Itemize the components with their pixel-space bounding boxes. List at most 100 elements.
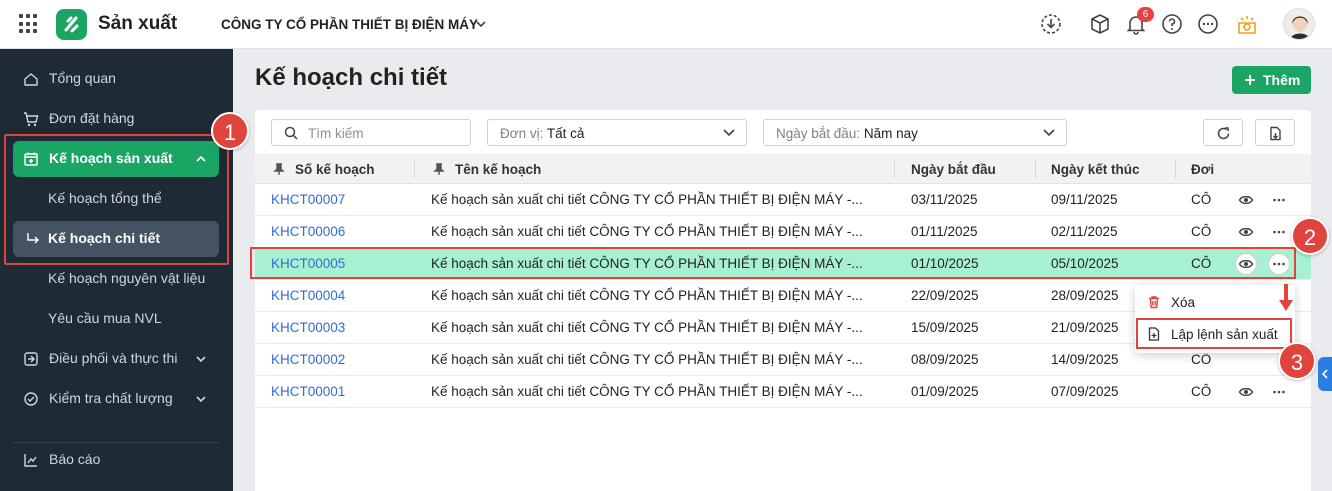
sidebar-item-label: Kiểm tra chất lượng [49,390,173,406]
chevron-down-icon[interactable] [474,17,488,31]
sidebar-item-label: Yêu cầu mua NVL [48,310,162,326]
column-header-unit[interactable]: Đơi [1191,162,1214,177]
end-date: 28/09/2025 [1051,288,1119,303]
column-header-start[interactable]: Ngày bắt đầu [911,162,996,177]
chevron-left-icon [1321,369,1328,379]
table-header: Số kế hoạch Tên kế hoạch Ngày bắt đầu Ng… [255,154,1311,184]
pin-icon[interactable] [433,163,445,176]
user-avatar[interactable] [1283,8,1315,40]
table-row[interactable]: KHCT00007 Kế hoạch sản xuất chi tiết CÔN… [255,184,1311,216]
start-date: 01/09/2025 [911,384,979,399]
table-row[interactable]: KHCT00006 Kế hoạch sản xuất chi tiết CÔN… [255,216,1311,248]
step-marker-3: 3 [1278,342,1316,380]
start-date: 03/11/2025 [911,192,978,207]
end-date: 09/11/2025 [1051,192,1118,207]
date-filter-label: Ngày bắt đầu: [776,126,861,141]
lightbulb-icon[interactable] [1236,13,1258,35]
eye-icon[interactable] [1238,224,1254,240]
step-marker-1: 1 [211,112,249,150]
sidebar-item-material-plan[interactable]: Kế hoạch nguyên vật liệu [13,261,219,297]
plan-code-link[interactable]: KHCT00006 [271,224,345,239]
annotation-highlight-box [1136,318,1292,349]
sidebar-item-label: Báo cáo [49,451,101,467]
table-row[interactable]: KHCT00001 Kế hoạch sản xuất chi tiết CÔN… [255,376,1311,408]
unit-filter-value: Tất cả [546,126,585,141]
sidebar: Tổng quan Đơn đặt hàng Kế hoạch sản xuất… [0,49,233,491]
chevron-down-icon [196,396,206,403]
unit-filter-select[interactable]: Đơn vị: Tất cả [487,119,747,146]
eye-icon[interactable] [1238,384,1254,400]
plan-name: Kế hoạch sản xuất chi tiết CÔNG TY CỔ PH… [431,224,863,239]
more-options-icon[interactable] [1271,224,1287,240]
dispatch-icon [24,352,38,366]
package-icon[interactable] [1089,13,1111,35]
search-box[interactable] [271,119,471,146]
collapse-panel-tab[interactable] [1318,357,1332,391]
column-header-end[interactable]: Ngày kết thúc [1051,162,1140,177]
sidebar-item-orders[interactable]: Đơn đặt hàng [13,101,219,137]
download-icon[interactable] [1040,13,1062,35]
refresh-icon [1217,127,1230,140]
sidebar-item-quality-check[interactable]: Kiểm tra chất lượng [13,381,219,417]
plan-code-link[interactable]: KHCT00004 [271,288,345,303]
pin-icon[interactable] [273,163,285,176]
cart-icon [24,112,39,127]
help-icon[interactable] [1161,13,1183,35]
chevron-down-icon [723,129,735,137]
sidebar-item-material-request[interactable]: Yêu cầu mua NVL [13,301,219,337]
column-divider [1035,160,1036,178]
unit: CÔ [1191,224,1212,239]
arrow-down-icon [1279,284,1293,311]
sidebar-item-dispatch[interactable]: Điều phối và thực thi [13,341,219,377]
more-options-icon[interactable] [1271,384,1287,400]
end-date: 14/09/2025 [1051,352,1119,367]
export-file-icon [1270,126,1281,141]
company-selector[interactable]: CÔNG TY CỔ PHẦN THIẾT BỊ ĐIỆN MÁY [221,17,478,32]
plan-code-link[interactable]: KHCT00003 [271,320,345,335]
plan-name: Kế hoạch sản xuất chi tiết CÔNG TY CỔ PH… [431,288,863,303]
end-date: 07/09/2025 [1051,384,1119,399]
refresh-button[interactable] [1203,119,1243,146]
chart-icon [24,454,37,467]
plan-name: Kế hoạch sản xuất chi tiết CÔNG TY CỔ PH… [431,192,863,207]
plan-code-link[interactable]: KHCT00002 [271,352,345,367]
plus-icon [1245,75,1255,85]
sidebar-item-label: Kế hoạch nguyên vật liệu [48,270,206,286]
sidebar-item-label: Đơn đặt hàng [49,110,135,126]
more-apps-icon[interactable] [1197,13,1219,35]
app-title: Sản xuất [98,13,178,34]
export-button[interactable] [1255,119,1295,146]
column-header-name[interactable]: Tên kế hoạch [455,162,541,177]
check-circle-icon [24,392,38,406]
page-title: Kế hoạch chi tiết [255,64,448,91]
column-header-code[interactable]: Số kế hoạch [295,162,375,177]
add-button[interactable]: Thêm [1232,66,1311,94]
search-input[interactable] [308,124,458,142]
column-divider [894,160,895,178]
eye-icon[interactable] [1238,192,1254,208]
start-date-filter-select[interactable]: Ngày bắt đầu: Năm nay [763,119,1067,146]
unit: CÔ [1191,352,1212,367]
start-date: 22/09/2025 [911,288,979,303]
more-options-icon[interactable] [1271,192,1287,208]
date-filter-value: Năm nay [863,126,918,141]
top-bar: Sản xuất CÔNG TY CỔ PHẦN THIẾT BỊ ĐIỆN M… [0,0,1332,49]
end-date: 02/11/2025 [1051,224,1118,239]
add-button-label: Thêm [1263,72,1301,88]
plan-name: Kế hoạch sản xuất chi tiết CÔNG TY CỔ PH… [431,352,863,367]
start-date: 01/11/2025 [911,224,978,239]
app-launcher-icon[interactable] [19,14,39,34]
annotation-highlight-box [250,247,1296,279]
unit: CÔ [1191,192,1212,207]
delete-menu-item[interactable]: Xóa [1135,287,1295,317]
app-logo [56,9,87,40]
chevron-down-icon [196,356,206,363]
plan-code-link[interactable]: KHCT00007 [271,192,345,207]
sidebar-item-label: Điều phối và thực thi [49,350,178,366]
sidebar-item-reports[interactable]: Báo cáo [13,442,219,478]
plan-code-link[interactable]: KHCT00001 [271,384,345,399]
column-divider [414,160,415,178]
chevron-down-icon [1043,129,1055,137]
delete-menu-label: Xóa [1171,295,1196,310]
sidebar-item-overview[interactable]: Tổng quan [13,61,219,97]
